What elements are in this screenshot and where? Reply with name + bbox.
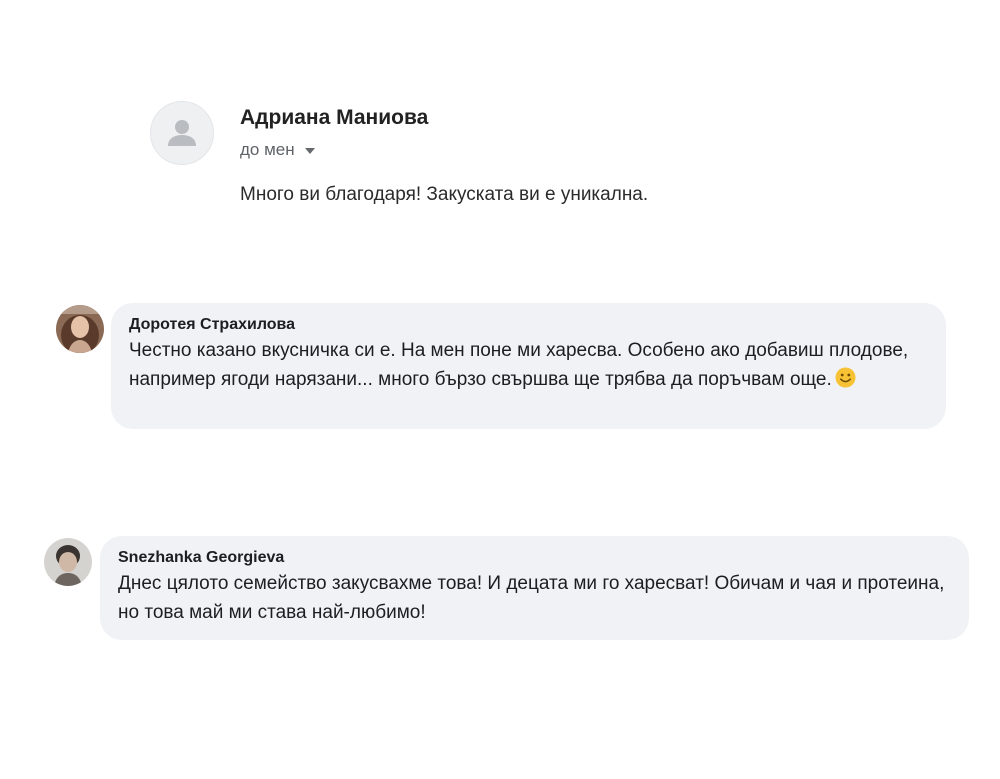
email-sender-name: Адриана Маниова bbox=[240, 106, 429, 129]
avatar[interactable] bbox=[56, 305, 104, 353]
comment: Доротея Страхилова Честно казано вкуснич… bbox=[56, 303, 946, 433]
comment-author[interactable]: Snezhanka Georgieva bbox=[118, 547, 951, 569]
comment-text: Днес цялото семейство закусвахме това! И… bbox=[118, 573, 945, 623]
comment-text-wrapper: Честно казано вкусничка си е. На мен пон… bbox=[129, 336, 928, 394]
caret-down-icon[interactable] bbox=[304, 148, 315, 154]
email-body: Много ви благодаря! Закуската ви е уника… bbox=[240, 184, 649, 205]
person-placeholder-icon bbox=[150, 101, 214, 165]
email-recipient[interactable]: до мен bbox=[240, 140, 315, 160]
smiley-face-icon bbox=[835, 367, 856, 388]
avatar[interactable] bbox=[44, 538, 92, 586]
comment-bubble: Snezhanka Georgieva Днес цялото семейств… bbox=[100, 536, 969, 640]
comment-bubble: Доротея Страхилова Честно казано вкуснич… bbox=[111, 303, 946, 429]
email-recipient-label: до мен bbox=[240, 140, 295, 159]
comment-text: Честно казано вкусничка си е. На мен пон… bbox=[129, 340, 909, 390]
comment-author[interactable]: Доротея Страхилова bbox=[129, 314, 928, 336]
comment: Snezhanka Georgieva Днес цялото семейств… bbox=[44, 536, 974, 642]
testimonials-screenshot: Адриана Маниова до мен Много ви благодар… bbox=[0, 0, 1000, 779]
